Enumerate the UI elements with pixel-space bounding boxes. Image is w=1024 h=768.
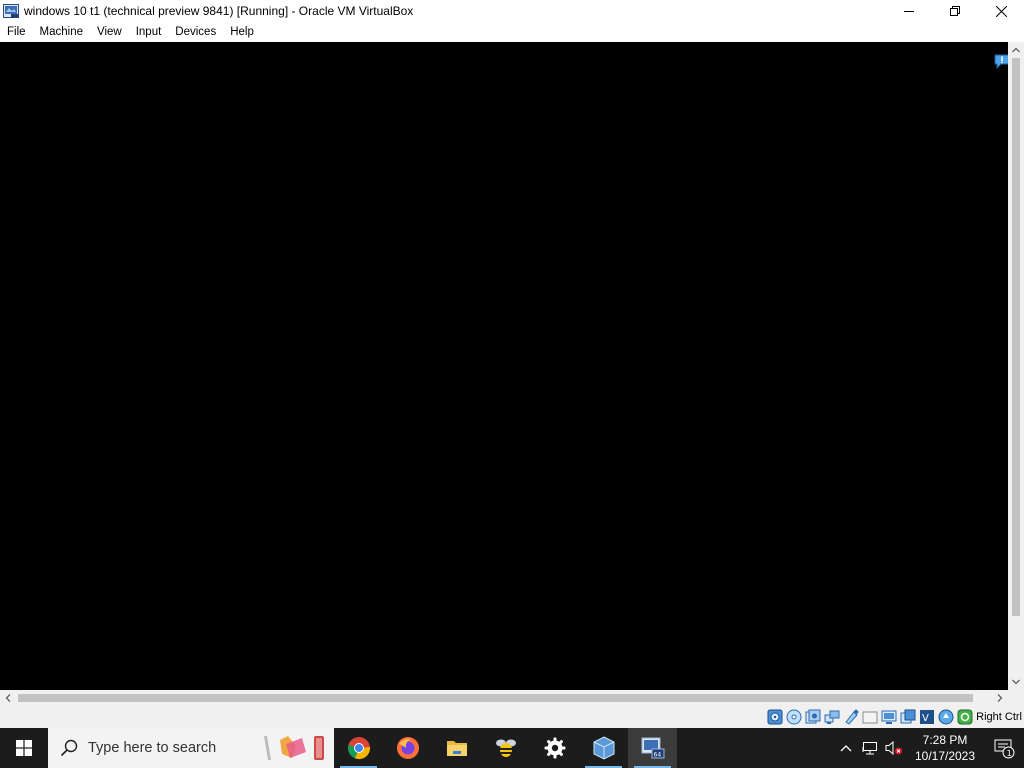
display-icon[interactable] bbox=[881, 709, 897, 725]
virtualization-icon[interactable]: V bbox=[919, 709, 935, 725]
virtualbox-vm-icon: 64 bbox=[641, 737, 664, 759]
chevron-down-icon bbox=[1012, 679, 1020, 685]
audio-icon[interactable] bbox=[805, 709, 821, 725]
search-icon bbox=[60, 739, 78, 757]
clock-date: 10/17/2023 bbox=[914, 749, 976, 763]
minimize-button[interactable] bbox=[886, 0, 932, 22]
shared-folders-icon[interactable] bbox=[862, 709, 878, 725]
host-key-label: Right Ctrl bbox=[976, 711, 1022, 723]
vertical-scrollbar[interactable] bbox=[1008, 42, 1024, 690]
firefox-icon bbox=[396, 737, 419, 759]
notification-icon: 1 bbox=[994, 739, 1015, 759]
scroll-down-button[interactable] bbox=[1008, 674, 1024, 690]
menu-input[interactable]: Input bbox=[129, 23, 169, 42]
search-box[interactable]: Type here to search bbox=[48, 728, 334, 768]
search-placeholder: Type here to search bbox=[88, 740, 217, 756]
volume-button[interactable] bbox=[882, 728, 906, 768]
gear-icon bbox=[544, 737, 565, 759]
clock-time: 7:28 PM bbox=[922, 733, 968, 747]
chrome-icon bbox=[347, 737, 370, 760]
scroll-up-button[interactable] bbox=[1008, 42, 1024, 58]
show-hidden-icons-button[interactable] bbox=[834, 728, 858, 768]
search-highlight-illustration bbox=[264, 736, 324, 760]
horizontal-scroll-thumb[interactable] bbox=[18, 694, 973, 702]
bee-icon bbox=[495, 739, 516, 757]
menu-devices[interactable]: Devices bbox=[168, 23, 223, 42]
action-center-button[interactable]: 1 bbox=[984, 728, 1024, 768]
menu-machine[interactable]: Machine bbox=[33, 23, 90, 42]
virtualbox-vm-icon[interactable] bbox=[3, 3, 19, 19]
speaker-muted-icon bbox=[885, 740, 902, 756]
maximize-button[interactable] bbox=[932, 0, 978, 22]
window-controls bbox=[886, 0, 1024, 22]
chevron-right-icon bbox=[997, 694, 1003, 702]
mouse-integration-icon[interactable] bbox=[938, 709, 954, 725]
horizontal-scrollbar[interactable] bbox=[0, 690, 1008, 706]
taskbar-settings[interactable] bbox=[530, 728, 579, 768]
maximize-icon bbox=[950, 6, 960, 16]
minimize-icon bbox=[904, 11, 914, 12]
usb-icon[interactable] bbox=[843, 709, 859, 725]
title-bar: windows 10 t1 (technical preview 9841) [… bbox=[0, 0, 1024, 22]
chevron-up-icon bbox=[1012, 47, 1020, 53]
chevron-left-icon bbox=[5, 694, 11, 702]
taskbar-chrome[interactable] bbox=[334, 728, 383, 768]
taskbar-bee-app[interactable] bbox=[481, 728, 530, 768]
scroll-corner bbox=[1008, 690, 1024, 706]
svg-text:V: V bbox=[922, 713, 929, 724]
status-bar: V Right Ctrl bbox=[0, 706, 1024, 728]
video-capture-icon[interactable] bbox=[900, 709, 916, 725]
menu-bar: File Machine View Input Devices Help bbox=[0, 23, 1024, 42]
chevron-up-icon bbox=[840, 745, 852, 752]
menu-view[interactable]: View bbox=[90, 23, 129, 42]
taskbar-firefox[interactable] bbox=[383, 728, 432, 768]
notification-count: 1 bbox=[1007, 749, 1012, 758]
scroll-left-button[interactable] bbox=[0, 690, 16, 706]
vm-display[interactable] bbox=[0, 42, 1008, 690]
taskbar-virtualbox[interactable] bbox=[579, 728, 628, 768]
svg-text:64: 64 bbox=[653, 752, 661, 759]
virtualbox-icon bbox=[593, 736, 614, 760]
clock[interactable]: 7:28 PM 10/17/2023 bbox=[906, 728, 984, 768]
menu-help[interactable]: Help bbox=[223, 23, 261, 42]
start-button[interactable] bbox=[0, 728, 48, 768]
network-icon bbox=[862, 742, 877, 755]
window-title: windows 10 t1 (technical preview 9841) [… bbox=[24, 4, 414, 18]
folder-icon bbox=[446, 741, 467, 756]
taskbar-virtualbox-vm[interactable]: 64 bbox=[628, 728, 677, 768]
windows-logo-icon bbox=[16, 740, 32, 756]
scroll-right-button[interactable] bbox=[992, 690, 1008, 706]
taskbar-file-explorer[interactable] bbox=[432, 728, 481, 768]
close-icon bbox=[995, 5, 1007, 17]
hard-disk-icon[interactable] bbox=[767, 709, 783, 725]
taskbar: Type here to search 64 7:28 PM 10/17/202… bbox=[0, 728, 1024, 768]
menu-file[interactable]: File bbox=[0, 23, 33, 42]
network-status-button[interactable] bbox=[858, 728, 882, 768]
keyboard-capture-icon[interactable] bbox=[957, 709, 973, 725]
close-button[interactable] bbox=[978, 0, 1024, 22]
network-icon[interactable] bbox=[824, 709, 840, 725]
vertical-scroll-thumb[interactable] bbox=[1012, 58, 1020, 616]
system-tray: 7:28 PM 10/17/2023 1 bbox=[834, 728, 1024, 768]
optical-drive-icon[interactable] bbox=[786, 709, 802, 725]
